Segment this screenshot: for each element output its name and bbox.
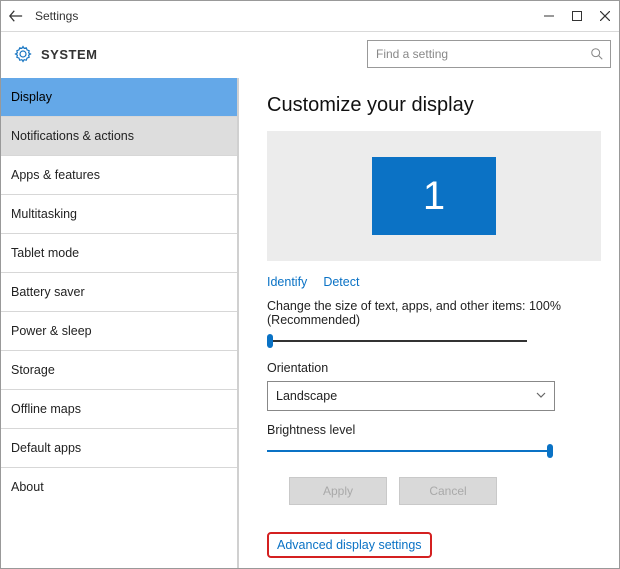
display-preview: 1 <box>267 131 601 261</box>
cancel-button[interactable]: Cancel <box>399 477 497 505</box>
brightness-label: Brightness level <box>267 423 601 437</box>
sidebar-item-battery[interactable]: Battery saver <box>1 273 237 312</box>
identify-link[interactable]: Identify <box>267 275 307 289</box>
sidebar-item-about[interactable]: About <box>1 468 237 506</box>
scale-slider[interactable] <box>267 333 527 349</box>
sidebar-item-multitasking[interactable]: Multitasking <box>1 195 237 234</box>
arrow-left-icon <box>9 9 23 23</box>
advanced-display-link[interactable]: Advanced display settings <box>277 538 422 552</box>
orientation-value: Landscape <box>276 389 337 403</box>
search-field[interactable] <box>374 46 590 62</box>
sidebar-item-notifications[interactable]: Notifications & actions <box>1 117 237 156</box>
sidebar-item-display[interactable]: Display <box>1 78 237 117</box>
minimize-icon <box>544 11 554 21</box>
scale-slider-thumb[interactable] <box>267 334 273 348</box>
header: SYSTEM <box>1 32 619 78</box>
orientation-select[interactable]: Landscape <box>267 381 555 411</box>
settings-window: Settings SYSTEM Display Notifications & … <box>0 0 620 569</box>
orientation-label: Orientation <box>267 361 601 375</box>
titlebar: Settings <box>1 1 619 32</box>
advanced-row: Advanced display settings <box>267 532 601 558</box>
scale-label: Change the size of text, apps, and other… <box>267 299 601 327</box>
sidebar-item-default-apps[interactable]: Default apps <box>1 429 237 468</box>
gear-icon <box>13 44 33 64</box>
sidebar: Display Notifications & actions Apps & f… <box>1 78 239 568</box>
monitor-tile-1[interactable]: 1 <box>372 157 496 235</box>
monitor-number: 1 <box>423 174 445 219</box>
search-input[interactable] <box>367 40 611 68</box>
detect-link[interactable]: Detect <box>323 275 359 289</box>
apply-cancel-row: Apply Cancel <box>289 477 601 505</box>
chevron-down-icon <box>536 389 546 403</box>
apply-button[interactable]: Apply <box>289 477 387 505</box>
sidebar-item-maps[interactable]: Offline maps <box>1 390 237 429</box>
advanced-highlight-box: Advanced display settings <box>267 532 432 558</box>
back-button[interactable] <box>1 1 31 31</box>
minimize-button[interactable] <box>535 1 563 31</box>
sidebar-item-tablet[interactable]: Tablet mode <box>1 234 237 273</box>
window-title: Settings <box>35 9 78 23</box>
brightness-slider[interactable] <box>267 443 553 459</box>
main-pane: Customize your display 1 Identify Detect… <box>239 78 619 568</box>
page-title: Customize your display <box>267 94 601 117</box>
maximize-icon <box>572 11 582 21</box>
maximize-button[interactable] <box>563 1 591 31</box>
sidebar-item-power[interactable]: Power & sleep <box>1 312 237 351</box>
display-links: Identify Detect <box>267 275 601 289</box>
close-window-button[interactable] <box>591 1 619 31</box>
sidebar-item-storage[interactable]: Storage <box>1 351 237 390</box>
body: Display Notifications & actions Apps & f… <box>1 78 619 568</box>
brightness-slider-thumb[interactable] <box>547 444 553 458</box>
system-heading: SYSTEM <box>41 47 97 62</box>
sidebar-item-apps[interactable]: Apps & features <box>1 156 237 195</box>
search-icon <box>590 47 604 61</box>
close-icon <box>600 11 610 21</box>
